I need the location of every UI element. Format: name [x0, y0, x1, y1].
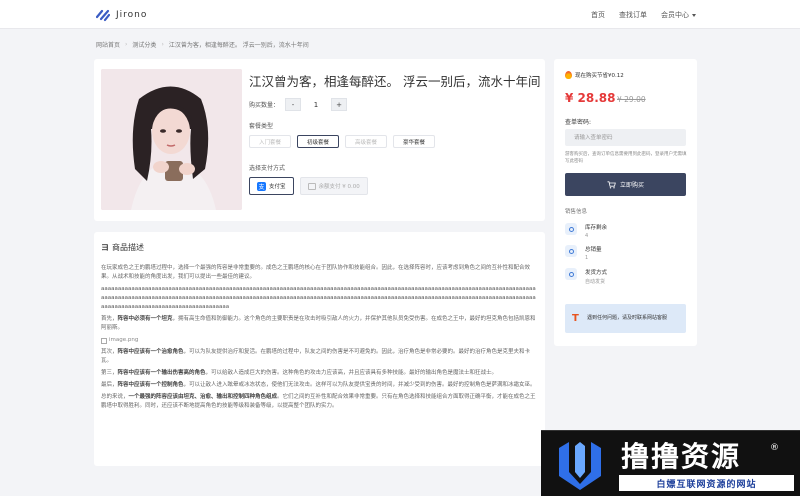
- description-title: 商品描述: [112, 243, 144, 252]
- savings-text: 现在购买节省¥0.12: [575, 73, 624, 79]
- desc-text: 其次，: [101, 349, 118, 355]
- image-alt-text: image.png: [109, 337, 139, 343]
- breadcrumb-separator: ›: [161, 41, 164, 48]
- original-price: ¥ 29.00: [617, 95, 646, 104]
- fire-icon: [565, 71, 572, 79]
- pay-balance-label: 余额支付 ¥ 0.00: [318, 184, 360, 190]
- watermark-title: 撸撸资源: [621, 440, 742, 473]
- sold-value: 1: [585, 255, 589, 261]
- cart-icon: [607, 180, 616, 188]
- purchase-card: 现在购买节省¥0.12 ¥ 28.88 ¥ 29.00 查单密码: 游客购买后，…: [554, 59, 697, 346]
- wallet-icon: [307, 182, 316, 190]
- watermark-logo-icon: [559, 442, 601, 490]
- package-option-deluxe[interactable]: 豪华套餐: [393, 135, 436, 148]
- breadcrumb: 网站首页 › 测试分类 › 江汉曾为客，相逢每醉还。 浮云一别后，流水十年间: [96, 40, 309, 49]
- nav-member-center[interactable]: 会员中心: [661, 10, 696, 20]
- package-type-label: 套餐类型: [249, 123, 274, 130]
- payment-options: 支 支付宝 余额支付 ¥ 0.00: [249, 177, 368, 195]
- desc-text: 第三，: [101, 370, 118, 376]
- quantity-input[interactable]: 1: [301, 98, 331, 111]
- stock-value: 4: [585, 233, 589, 239]
- desc-text: 首先，: [101, 316, 118, 322]
- desc-bold: 阵容中应该有一个治愈角色: [117, 349, 184, 355]
- brand-name: Jirono: [116, 10, 148, 20]
- query-password-help: 游客购买后，查询订单信息需要用到此密码，登录用户无需填写此密码: [565, 152, 687, 164]
- desc-bold: 一个最强的阵容应该由坦克、治愈、输出和控制四种角色组成: [128, 394, 278, 400]
- nav-member-label: 会员中心: [661, 11, 689, 19]
- stock-icon: [565, 223, 577, 235]
- sales-info-label: 销售信息: [565, 209, 588, 215]
- savings-notice: 现在购买节省¥0.12: [565, 71, 624, 79]
- help-icon: T: [572, 312, 579, 324]
- desc-paragraph: 最后，阵容中应该有一个控制角色，可以让敌人进入眩晕或冰冻状态，使他们无法攻击。这…: [101, 381, 537, 390]
- main-nav: 首页 查找订单 会员中心: [591, 10, 696, 20]
- product-card: 江汉曾为客，相逢每醉还。 浮云一别后，流水十年间 购买数量： - 1 + 套餐类…: [94, 59, 545, 221]
- product-title: 江汉曾为客，相逢每醉还。 浮云一别后，流水十年间: [249, 74, 541, 89]
- broken-image-icon: [101, 337, 107, 344]
- description-body: 在玩家成色之王的鹏塔过程中，选择一个最强的阵容是非常重要的。成色之王鹏塔的核心在…: [101, 264, 537, 414]
- nav-query-order[interactable]: 查找订单: [619, 10, 647, 20]
- quantity-plus-button[interactable]: +: [331, 98, 348, 111]
- desc-bold: 阵容中应该有一个控制角色: [117, 382, 184, 388]
- breadcrumb-category[interactable]: 测试分类: [132, 40, 156, 49]
- quantity-minus-button[interactable]: -: [285, 98, 302, 111]
- brand-logo-icon: [96, 9, 110, 22]
- stock-title: 库存剩余: [585, 225, 608, 231]
- current-price: ¥ 28.88: [565, 91, 616, 105]
- desc-bold: 阵容中必须有一个坦克: [117, 316, 173, 322]
- desc-paragraph: aaaaaaaaaaaaaaaaaaaaaaaaaaaaaaaaaaaaaaaa…: [101, 286, 536, 310]
- breadcrumb-home[interactable]: 网站首页: [96, 40, 120, 49]
- breadcrumb-separator: ›: [125, 41, 128, 48]
- query-password-input[interactable]: [565, 129, 686, 146]
- watermark-registered: ®: [770, 443, 779, 453]
- desc-text: ，可以给敌人造成巨大的伤害。这种角色的攻击力应该高，并且应该具有多种技能。最好的…: [205, 370, 498, 376]
- desc-bold: 阵容中应该有一个输出伤害高的角色: [117, 370, 206, 376]
- brand-logo[interactable]: Jirono: [96, 8, 147, 22]
- breadcrumb-current: 江汉曾为客，相逢每醉还。 浮云一别后，流水十年间: [168, 42, 309, 49]
- description-icon: ヨ: [101, 243, 109, 252]
- pay-option-alipay[interactable]: 支 支付宝: [249, 177, 294, 195]
- desc-paragraph: 总的来说，一个最强的阵容应该由坦克、治愈、输出和控制四种角色组成。它们之间的互补…: [101, 393, 537, 411]
- watermark-banner: 撸撸资源 ® 白嫖互联网资源的网站: [541, 430, 800, 496]
- sold-stat: 总销量 1: [565, 245, 602, 261]
- package-option-junior[interactable]: 初级套餐: [297, 135, 340, 148]
- broken-image: image.png: [101, 336, 537, 345]
- desc-text: 总的来说，: [101, 394, 129, 400]
- pay-option-balance[interactable]: 余额支付 ¥ 0.00: [299, 177, 368, 195]
- customer-service-notice[interactable]: T 遇到任何问题，请及时联系网站客服: [565, 304, 686, 333]
- watermark-subtitle: 白嫖互联网资源的网站: [619, 475, 794, 491]
- desc-paragraph: 第三，阵容中应该有一个输出伤害高的角色，可以给敌人造成巨大的伤害。这种角色的攻击…: [101, 369, 537, 378]
- top-navbar: Jirono 首页 查找订单 会员中心: [0, 0, 800, 29]
- shipping-stat: 发货方式 自动发货: [565, 268, 607, 285]
- shipping-icon: [565, 268, 577, 280]
- desc-paragraph: 首先，阵容中必须有一个坦克，拥有高生命值和防御能力。这个角色的主要职责是在攻击时…: [101, 315, 537, 333]
- package-option-basic[interactable]: 入门套餐: [249, 135, 292, 148]
- desc-paragraph: 其次，阵容中应该有一个治愈角色，可以为队友提供治疗和复活。在鹏塔的过程中，队友之…: [101, 348, 537, 366]
- quantity-stepper: 购买数量： - 1 +: [249, 98, 348, 111]
- alipay-icon: 支: [257, 181, 266, 191]
- shipping-title: 发货方式: [585, 270, 608, 276]
- description-heading: ヨ 商品描述: [101, 242, 144, 253]
- sales-icon: [565, 245, 577, 257]
- package-option-advanced[interactable]: 高级套餐: [345, 135, 388, 148]
- nav-home[interactable]: 首页: [591, 10, 605, 20]
- chevron-down-icon: [692, 13, 696, 17]
- help-text: 遇到任何问题，请及时联系网站客服: [587, 315, 668, 321]
- query-password-label: 查单密码:: [565, 119, 592, 126]
- stock-stat: 库存剩余 4: [565, 223, 607, 239]
- quantity-label: 购买数量：: [249, 102, 280, 109]
- product-image: [101, 69, 242, 210]
- shipping-value: 自动发货: [585, 279, 606, 285]
- buy-now-button[interactable]: 立即购买: [565, 173, 686, 196]
- sold-title: 总销量: [585, 247, 602, 253]
- payment-method-label: 选择支付方式: [249, 165, 286, 172]
- desc-text: 最后，: [101, 382, 118, 388]
- desc-paragraph: 在玩家成色之王的鹏塔过程中，选择一个最强的阵容是非常重要的。成色之王鹏塔的核心在…: [101, 265, 531, 280]
- description-card: ヨ 商品描述 在玩家成色之王的鹏塔过程中，选择一个最强的阵容是非常重要的。成色之…: [94, 232, 545, 466]
- buy-now-label: 立即购买: [619, 182, 644, 189]
- package-options: 入门套餐 初级套餐 高级套餐 豪华套餐: [249, 135, 436, 148]
- desc-text: ，可以让敌人进入眩晕或冰冻状态，使他们无法攻击。这样可以为队友提供宝贵的时间，并…: [183, 382, 536, 388]
- pay-alipay-label: 支付宝: [269, 184, 286, 190]
